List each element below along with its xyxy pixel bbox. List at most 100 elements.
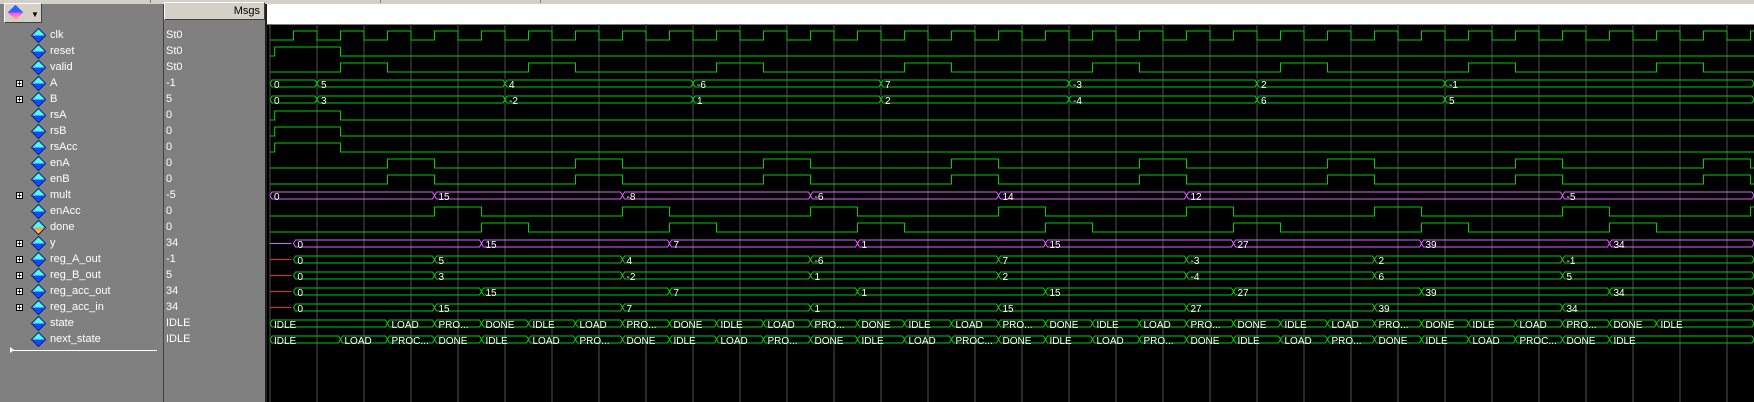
bus-value-label: 15 xyxy=(1003,304,1015,315)
bus-segment xyxy=(809,303,1000,312)
bus-value-label: IDLE xyxy=(1050,336,1073,347)
bus-value-label: IDLE xyxy=(1661,320,1684,331)
bus-value-label: 5 xyxy=(321,80,327,91)
bus-value-label: 2 xyxy=(1003,272,1009,283)
bus-value-label: DONE xyxy=(1191,336,1220,347)
bus-segment xyxy=(1420,287,1611,296)
bus-segment xyxy=(480,287,671,296)
bus-value-label: 1 xyxy=(697,96,703,107)
bus-value-label: -3 xyxy=(1191,256,1200,267)
bit-wave-valid xyxy=(270,62,1754,73)
bus-value-label: DONE xyxy=(1238,320,1267,331)
bus-value-label: LOAD xyxy=(721,336,748,347)
bus-value-label: 34 xyxy=(1614,288,1626,299)
bus-value-label: 0 xyxy=(298,240,304,251)
bus-value-label: 7 xyxy=(674,240,680,251)
bus-value-label: IDLE xyxy=(721,320,744,331)
bus-value-label: 12 xyxy=(1191,192,1203,203)
bus-segment xyxy=(1373,255,1564,264)
bus-value-label: LOAD xyxy=(1520,320,1547,331)
bus-value-label: PRO... xyxy=(815,320,845,331)
bus-segment xyxy=(856,239,1047,248)
bus-segment xyxy=(997,271,1188,280)
bus-value-label: -2 xyxy=(627,272,636,283)
bus-segment xyxy=(1044,287,1235,296)
bit-wave-rsAcc xyxy=(270,142,1754,153)
bus-segment xyxy=(621,303,812,312)
bus-value-label: PRO... xyxy=(439,320,469,331)
bus-value-label: 2 xyxy=(1379,256,1385,267)
bus-value-label: DONE xyxy=(1379,336,1408,347)
bus-segment xyxy=(1561,191,1754,200)
bit-wave-clk xyxy=(270,30,1754,41)
bus-value-label: -4 xyxy=(1073,96,1082,107)
bus-value-label: IDLE xyxy=(486,336,509,347)
bus-segment xyxy=(1420,239,1611,248)
bus-value-label: PRO... xyxy=(768,336,798,347)
bus-value-label: IDLE xyxy=(1473,320,1496,331)
bus-value-label: IDLE xyxy=(909,320,932,331)
bus-segment xyxy=(997,255,1188,264)
bus-value-label: DONE xyxy=(815,336,844,347)
bus-value-label: PRO... xyxy=(1003,320,1033,331)
bus-value-label: 27 xyxy=(1238,288,1250,299)
bus-value-label: -4 xyxy=(1191,272,1200,283)
bus-value-label: 39 xyxy=(1426,288,1438,299)
bus-segment xyxy=(856,287,1047,296)
bus-value-label: 27 xyxy=(1238,240,1250,251)
bus-value-label: 34 xyxy=(1614,240,1626,251)
bus-value-label: 4 xyxy=(627,256,633,267)
bus-value-label: DONE xyxy=(1426,320,1455,331)
bus-value-label: PROC... xyxy=(392,336,429,347)
bus-value-label: 15 xyxy=(439,304,451,315)
waveform-canvas[interactable]: 0 5 4 -6 7 -3 2 -10 3 -2 1 2 -4 6 50 15 -8 -6 14 12 -50 15 7 1 1… xyxy=(0,0,1754,402)
bus-segment xyxy=(809,191,1000,200)
bus-value-label: 39 xyxy=(1379,304,1391,315)
bus-value-label: 1 xyxy=(815,272,821,283)
bus-value-label: LOAD xyxy=(533,336,560,347)
bus-value-label: 15 xyxy=(439,192,451,203)
bus-segment xyxy=(1232,239,1423,248)
bus-value-label: -6 xyxy=(815,256,824,267)
bus-value-label: 34 xyxy=(1567,304,1579,315)
bus-value-label: 7 xyxy=(1003,256,1009,267)
bus-segment xyxy=(621,191,812,200)
bus-value-label: 39 xyxy=(1426,240,1438,251)
bus-value-label: LOAD xyxy=(1332,320,1359,331)
bus-value-label: DONE xyxy=(674,320,703,331)
bus-value-label: PRO... xyxy=(1144,336,1174,347)
bus-segment xyxy=(1185,271,1376,280)
bus-segment xyxy=(997,303,1188,312)
bus-segment xyxy=(1608,287,1754,296)
bus-value-label: 6 xyxy=(1261,96,1267,107)
bit-wave-enA xyxy=(270,158,1754,169)
bus-value-label: DONE xyxy=(862,320,891,331)
bus-value-label: LOAD xyxy=(1144,320,1171,331)
bus-segment xyxy=(621,271,812,280)
bus-value-label: -3 xyxy=(1073,80,1082,91)
bus-segment xyxy=(1444,79,1754,88)
bus-value-label: LOAD xyxy=(909,336,936,347)
bus-segment xyxy=(809,255,1000,264)
bus-value-label: DONE xyxy=(1614,320,1643,331)
bus-segment xyxy=(1185,255,1376,264)
bus-segment xyxy=(1232,287,1423,296)
bus-value-label: IDLE xyxy=(1238,336,1261,347)
bus-segment xyxy=(433,255,624,264)
bus-value-label: IDLE xyxy=(533,320,556,331)
bus-value-label: -6 xyxy=(815,192,824,203)
bus-value-label: LOAD xyxy=(1473,336,1500,347)
bus-value-label: 0 xyxy=(298,256,304,267)
bus-value-label: DONE xyxy=(1003,336,1032,347)
bus-value-label: PROC... xyxy=(1520,336,1557,347)
bus-value-label: 0 xyxy=(274,192,280,203)
bus-value-label: LOAD xyxy=(580,320,607,331)
bus-value-label: -1 xyxy=(1449,80,1458,91)
bus-value-label: PRO... xyxy=(1567,320,1597,331)
bus-segment xyxy=(1185,303,1376,312)
bus-value-label: 15 xyxy=(486,288,498,299)
bus-value-label: IDLE xyxy=(1285,320,1308,331)
bus-segment xyxy=(433,303,624,312)
bus-value-label: -6 xyxy=(697,80,706,91)
bit-wave-done xyxy=(270,222,1754,233)
